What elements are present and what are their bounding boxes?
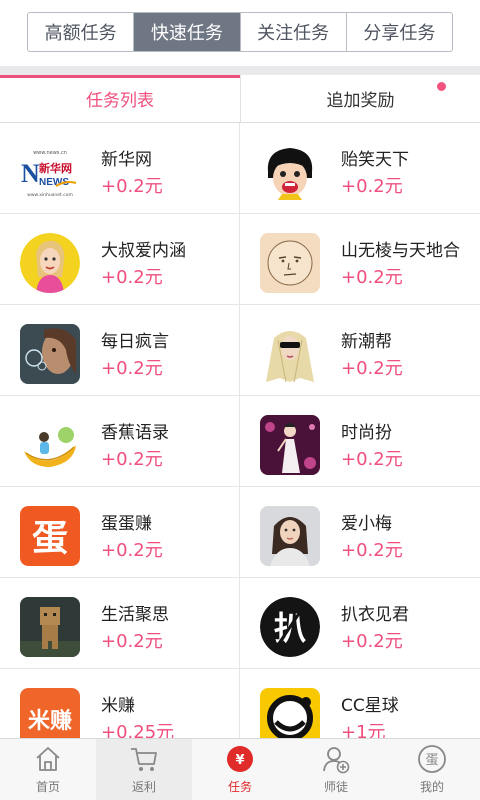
nav-profile-label: 我的 [419, 780, 444, 794]
task-name: 蛋蛋赚 [101, 514, 152, 534]
task-name: 大叔爱内涵 [101, 241, 186, 261]
task-reward: +1元 [341, 722, 386, 738]
notification-dot [437, 82, 446, 91]
task-name: 扒衣见君 [341, 605, 409, 625]
nav-tasks-label: 任务 [227, 780, 252, 794]
task-reward: +0.2元 [341, 176, 403, 197]
task-reward: +0.2元 [101, 267, 163, 288]
sub-tab-bar: 任务列表 追加奖励 [0, 75, 480, 123]
task-reward: +0.2元 [101, 631, 163, 652]
task-item[interactable]: 香蕉语录 +0.2元 [0, 396, 240, 487]
task-name: 爱小梅 [341, 514, 392, 534]
task-name: 米赚 [101, 696, 135, 716]
task-reward: +0.2元 [341, 449, 403, 470]
svg-text:www.xinhuanet.com: www.xinhuanet.com [27, 192, 73, 198]
svg-text:¥: ¥ [235, 753, 244, 768]
svg-text:蛋: 蛋 [32, 518, 68, 559]
ba-logo-icon: 扒 [260, 597, 320, 657]
task-reward: +0.2元 [341, 631, 403, 652]
tab-quick-tasks[interactable]: 快速任务 [134, 13, 241, 51]
task-item[interactable]: 山无棱与天地合 +0.2元 [240, 214, 480, 305]
top-tab-bar: 高额任务 快速任务 关注任务 分享任务 [0, 0, 480, 66]
svg-text:新华网: 新华网 [39, 161, 72, 175]
task-name: 香蕉语录 [101, 423, 169, 443]
task-item[interactable]: 扒 扒衣见君 +0.2元 [240, 578, 480, 669]
task-item[interactable]: 贻笑天下 +0.2元 [240, 123, 480, 214]
svg-text:米赚: 米赚 [28, 708, 72, 734]
nav-rebate-label: 返利 [131, 780, 156, 794]
fashion-illustration-icon [260, 415, 320, 475]
task-name: 新潮帮 [341, 332, 392, 352]
cardboard-robot-icon [20, 597, 80, 657]
banana-icon [20, 415, 80, 475]
add-user-icon [319, 742, 353, 776]
task-item[interactable]: 米赚 米赚 +0.25元 [0, 669, 240, 738]
task-name: 贻笑天下 [341, 150, 409, 170]
nav-home-label: 首页 [35, 780, 60, 794]
task-item[interactable]: 生活聚思 +0.2元 [0, 578, 240, 669]
section-divider [0, 66, 480, 75]
bubble-girl-photo-icon [20, 324, 80, 384]
cartoon-woman-icon [20, 233, 80, 293]
bottom-nav: 首页 返利 ¥ 任务 师徒 蛋 我的 [0, 738, 480, 800]
yen-coin-icon: ¥ [223, 742, 257, 776]
sunglasses-blonde-icon [260, 324, 320, 384]
task-item[interactable]: CC星球 +1元 [240, 669, 480, 738]
subtab-task-list[interactable]: 任务列表 [0, 75, 240, 122]
xinhua-logo-icon: www.news.cn N 新华网 NEWS www.xinhuanet.com [20, 142, 80, 202]
task-name: 时尚扮 [341, 423, 392, 443]
subtab-task-list-label: 任务列表 [86, 91, 154, 111]
task-name: 山无棱与天地合 [341, 241, 460, 261]
task-item[interactable]: 蛋 蛋蛋赚 +0.2元 [0, 487, 240, 578]
task-reward: +0.25元 [101, 722, 175, 738]
nav-mentor[interactable]: 师徒 [288, 739, 384, 800]
task-reward: +0.2元 [101, 540, 163, 561]
svg-text:N: N [21, 159, 40, 188]
svg-text:蛋: 蛋 [425, 753, 438, 768]
task-item[interactable]: 新潮帮 +0.2元 [240, 305, 480, 396]
tab-high-reward[interactable]: 高额任务 [28, 13, 135, 51]
task-item[interactable]: 大叔爱内涵 +0.2元 [0, 214, 240, 305]
task-item[interactable]: www.news.cn N 新华网 NEWS www.xinhuanet.com… [0, 123, 240, 214]
egg-profile-icon: 蛋 [415, 742, 449, 776]
nav-mentor-label: 师徒 [323, 780, 348, 794]
svg-text:www.news.cn: www.news.cn [33, 150, 67, 156]
dan-logo-icon: 蛋 [20, 506, 80, 566]
nav-home[interactable]: 首页 [0, 739, 96, 800]
nav-rebate[interactable]: 返利 [96, 739, 192, 800]
home-icon [31, 742, 65, 776]
nav-tasks[interactable]: ¥ 任务 [192, 739, 288, 800]
nav-profile[interactable]: 蛋 我的 [384, 739, 480, 800]
subtab-extra-bonus[interactable]: 追加奖励 [240, 75, 480, 122]
segmented-control: 高额任务 快速任务 关注任务 分享任务 [27, 12, 453, 52]
task-reward: +0.2元 [341, 540, 403, 561]
task-name: 每日疯言 [101, 332, 169, 352]
tab-follow-tasks[interactable]: 关注任务 [241, 13, 347, 51]
woman-portrait-icon [260, 506, 320, 566]
task-name: CC星球 [341, 696, 399, 716]
task-item[interactable]: 爱小梅 +0.2元 [240, 487, 480, 578]
mizhuan-logo-icon: 米赚 [20, 688, 80, 738]
task-grid: www.news.cn N 新华网 NEWS www.xinhuanet.com… [0, 123, 480, 738]
task-reward: +0.2元 [101, 449, 163, 470]
task-item[interactable]: 每日疯言 +0.2元 [0, 305, 240, 396]
sketch-face-icon [260, 233, 320, 293]
cc-planet-icon [260, 688, 320, 738]
task-reward: +0.2元 [101, 358, 163, 379]
cartoon-girl-icon [260, 142, 320, 202]
task-reward: +0.2元 [101, 176, 163, 197]
cart-icon [127, 742, 161, 776]
subtab-extra-bonus-label: 追加奖励 [326, 91, 395, 111]
task-reward: +0.2元 [341, 267, 403, 288]
task-name: 生活聚思 [101, 605, 169, 625]
task-name: 新华网 [101, 150, 152, 170]
tab-share-tasks[interactable]: 分享任务 [347, 13, 452, 51]
task-item[interactable]: 时尚扮 +0.2元 [240, 396, 480, 487]
task-reward: +0.2元 [341, 358, 403, 379]
